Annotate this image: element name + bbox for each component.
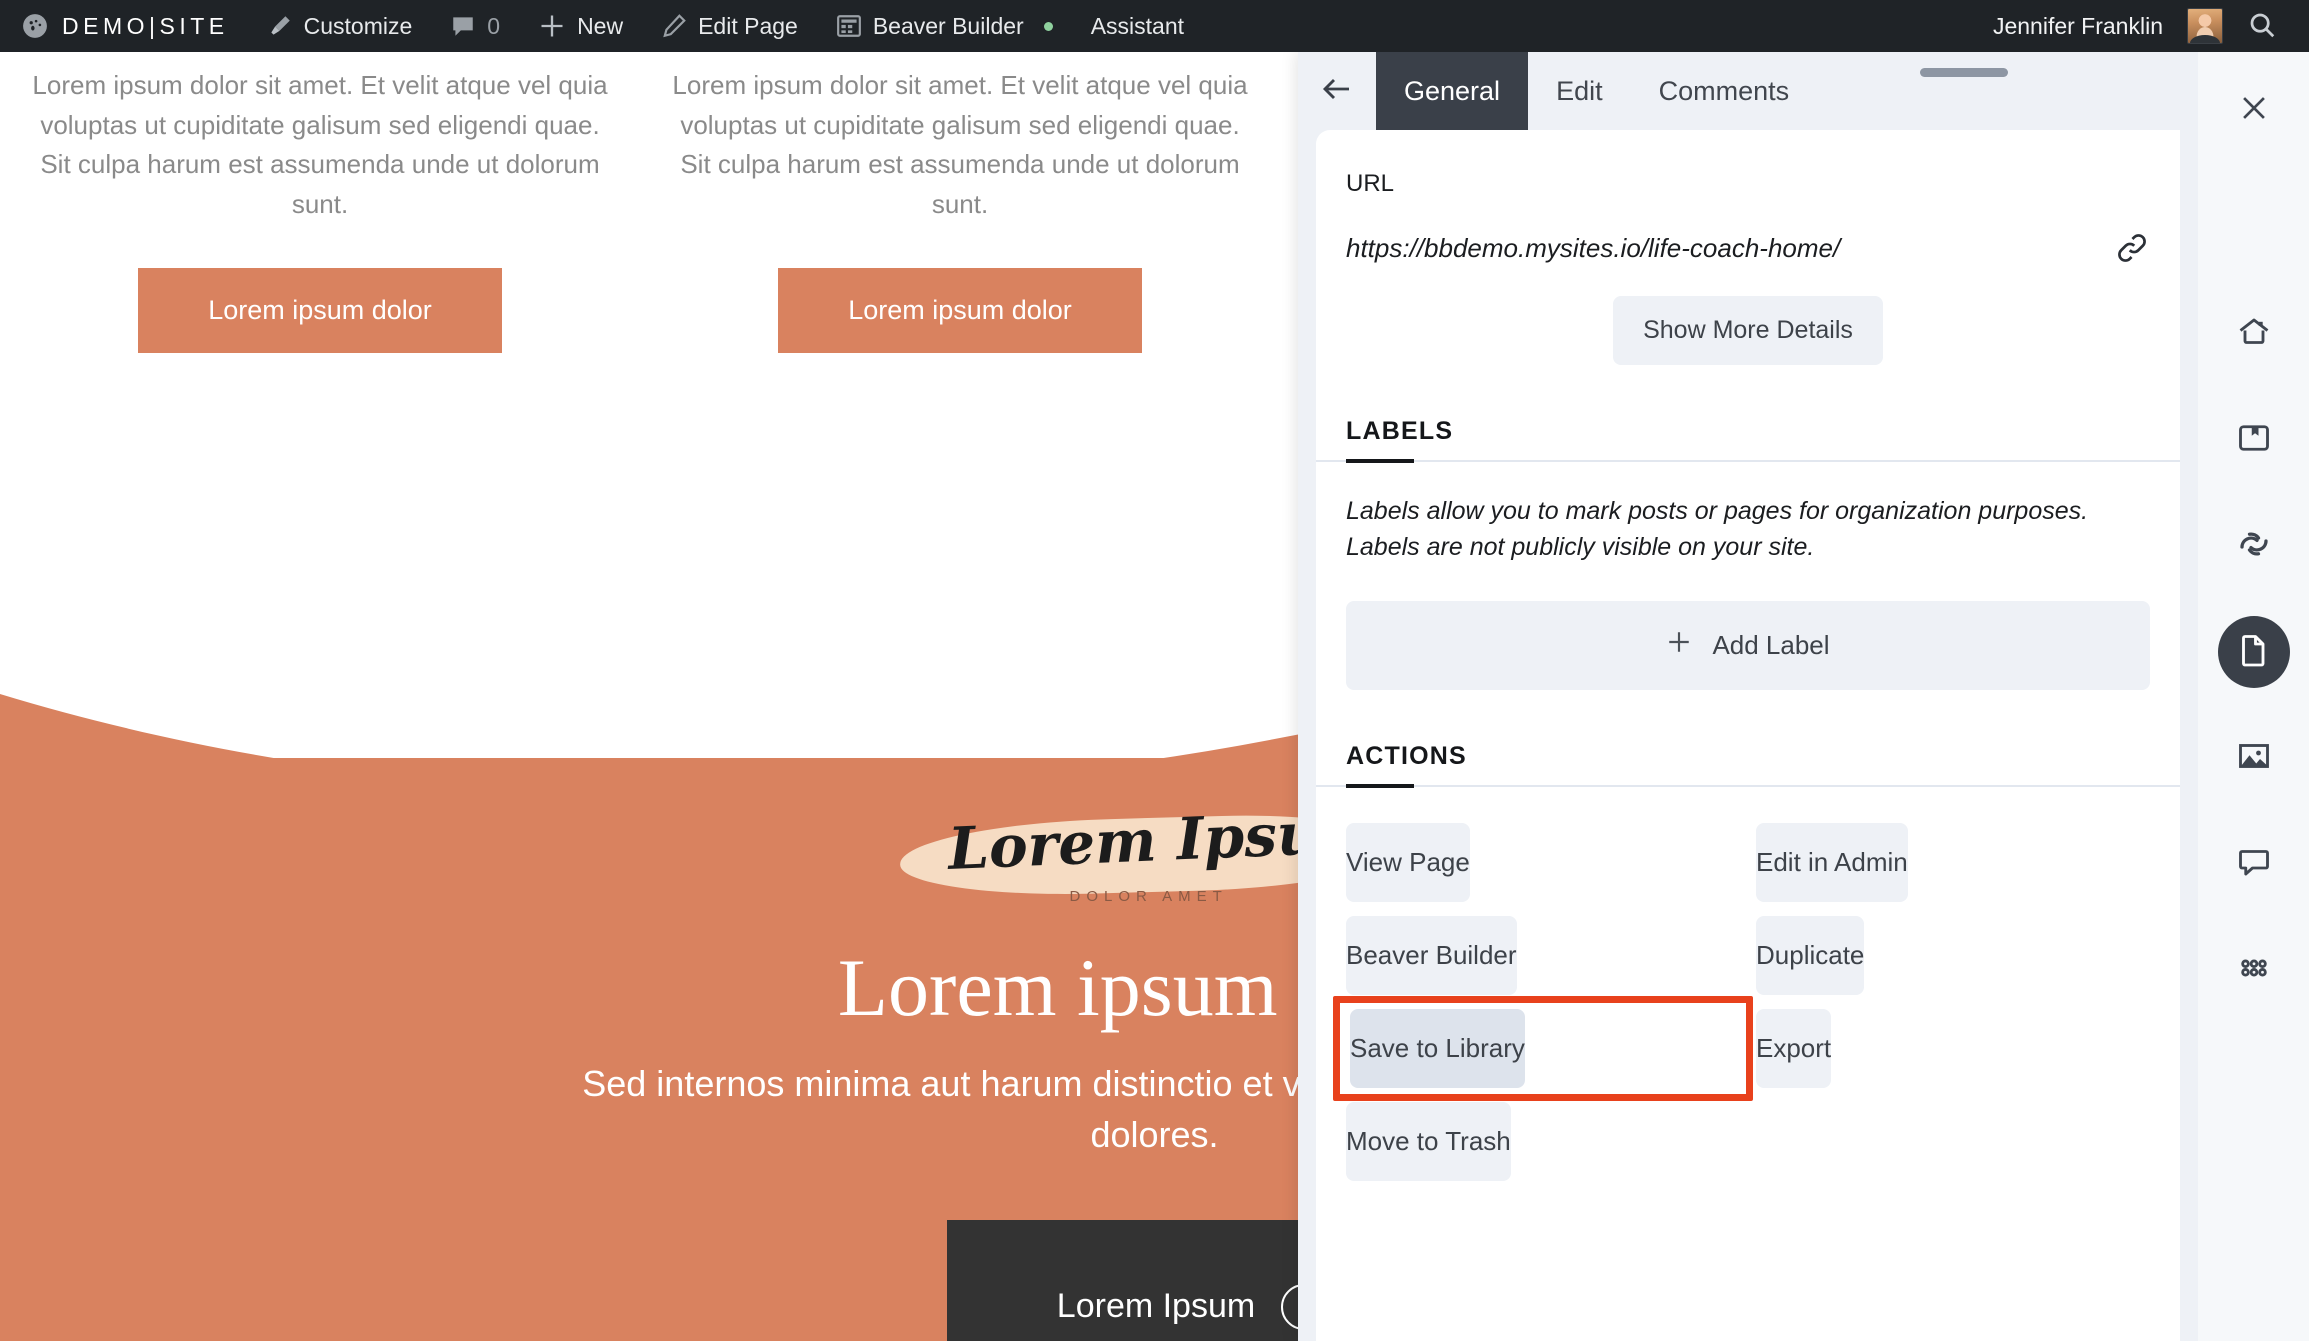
comment-count: 0 <box>487 12 501 39</box>
rail-item-media[interactable] <box>2218 722 2290 794</box>
search-button[interactable] <box>2223 10 2287 43</box>
apps-grid-icon <box>2237 951 2271 990</box>
move-to-trash-button[interactable]: Move to Trash <box>1346 1102 1511 1181</box>
admin-bar-item-new[interactable]: New <box>519 0 642 52</box>
panel-content: URL https://bbdemo.mysites.io/life-coach… <box>1316 170 2180 1181</box>
duplicate-button[interactable]: Duplicate <box>1756 916 1865 995</box>
action-cell-view-page: View Page <box>1346 823 1740 902</box>
labels-section-divider <box>1316 459 2180 463</box>
plus-icon <box>538 12 566 40</box>
admin-bar-item-customize[interactable]: Customize <box>248 0 432 52</box>
library-icon <box>2236 420 2272 461</box>
column-text-2: Lorem ipsum dolor sit amet. Et velit atq… <box>672 70 1248 219</box>
actions-section-header: ACTIONS <box>1346 742 2150 785</box>
brush-icon <box>267 13 293 39</box>
action-cell-export: Export <box>1756 1009 2150 1088</box>
labels-description: Labels allow you to mark posts or pages … <box>1346 497 2089 561</box>
update-available-dot <box>1043 21 1053 31</box>
link-icon[interactable] <box>2098 230 2150 266</box>
rail-item-home[interactable] <box>2218 298 2290 370</box>
action-cell-duplicate: Duplicate <box>1756 916 2150 995</box>
beaver-builder-button[interactable]: Beaver Builder <box>1346 916 1517 995</box>
content-column-2: Lorem ipsum dolor sit amet. Et velit atq… <box>640 66 1280 354</box>
admin-bar-item-assistant[interactable]: Assistant <box>1072 0 1203 52</box>
document-icon <box>2236 632 2272 673</box>
labels-section-title: LABELS <box>1346 417 1454 445</box>
logo-subtitle-text: DOLOR AMET <box>1069 888 1228 905</box>
user-name: Jennifer Franklin <box>1992 12 2163 39</box>
panel-drag-handle[interactable] <box>1920 68 2008 77</box>
add-label-text: Add Label <box>1712 630 1830 660</box>
close-panel-button[interactable] <box>2218 74 2290 146</box>
screen: DEMO|SITE Customize 0 New Edit Page Beav… <box>0 0 2309 1341</box>
labels-section-accent <box>1346 459 1414 463</box>
tab-general[interactable]: General <box>1376 52 1529 130</box>
pencil-icon <box>661 13 687 39</box>
edit-in-admin-button[interactable]: Edit in Admin <box>1756 823 1908 902</box>
action-cell-empty <box>1756 1102 2150 1181</box>
actions-section-divider <box>1316 784 2180 788</box>
rail-item-apps[interactable] <box>2218 934 2290 1006</box>
spiral-icon <box>2236 526 2272 567</box>
site-logo-menu[interactable]: DEMO|SITE <box>0 0 248 52</box>
actions-section-accent <box>1346 784 1414 788</box>
content-column-1: Lorem ipsum dolor sit amet. Et velit atq… <box>0 66 640 354</box>
assistant-panel: General Edit Comments URL https://bbdemo… <box>1298 52 2198 1341</box>
tab-edit[interactable]: Edit <box>1528 52 1631 130</box>
assistant-icon-rail <box>2198 52 2309 1341</box>
rail-item-content[interactable] <box>2217 616 2290 688</box>
admin-bar-label-new: New <box>577 12 624 39</box>
rail-item-beaver-builder[interactable] <box>2218 510 2290 582</box>
action-cell-move-to-trash: Move to Trash <box>1346 1102 1740 1181</box>
admin-bar-label-edit-page: Edit Page <box>698 12 798 39</box>
wordpress-icon <box>22 13 48 39</box>
url-row: https://bbdemo.mysites.io/life-coach-hom… <box>1346 230 2150 266</box>
actions-section-title: ACTIONS <box>1346 742 1467 770</box>
comment-icon <box>450 13 476 39</box>
admin-bar-item-comments[interactable]: 0 <box>431 0 519 52</box>
wp-admin-bar: DEMO|SITE Customize 0 New Edit Page Beav… <box>0 0 2309 52</box>
add-label-button[interactable]: Add Label <box>1346 601 2150 690</box>
plus-icon <box>1666 629 1692 662</box>
image-icon <box>2236 738 2272 779</box>
admin-bar-label-beaver-builder: Beaver Builder <box>872 12 1024 39</box>
site-name: DEMO|SITE <box>62 12 229 39</box>
export-button[interactable]: Export <box>1756 1009 1832 1088</box>
view-page-button[interactable]: View Page <box>1346 823 1470 902</box>
tab-comments[interactable]: Comments <box>1631 52 1818 130</box>
show-more-details-button[interactable]: Show More Details <box>1613 296 1883 365</box>
url-value[interactable]: https://bbdemo.mysites.io/life-coach-hom… <box>1346 233 2098 264</box>
admin-bar-item-edit-page[interactable]: Edit Page <box>642 0 817 52</box>
rail-item-library[interactable] <box>2218 404 2290 476</box>
column-cta-button-2[interactable]: Lorem ipsum dolor <box>778 268 1142 354</box>
url-label: URL <box>1346 170 1395 197</box>
search-icon <box>2247 10 2277 43</box>
builder-icon <box>836 13 862 39</box>
show-more-row: Show More Details <box>1346 296 2150 365</box>
labels-section-header: LABELS <box>1346 417 2150 460</box>
save-to-library-button[interactable]: Save to Library <box>1350 1009 1525 1088</box>
panel-body: URL https://bbdemo.mysites.io/life-coach… <box>1316 130 2180 1341</box>
home-icon <box>2236 314 2272 355</box>
rail-item-comments[interactable] <box>2218 828 2290 900</box>
column-text-1: Lorem ipsum dolor sit amet. Et velit atq… <box>32 70 608 219</box>
user-account-menu[interactable]: Jennifer Franklin <box>1974 0 2223 52</box>
arrow-left-icon <box>1319 71 1355 112</box>
action-cell-beaver-builder: Beaver Builder <box>1346 916 1740 995</box>
actions-grid: View Page Edit in Admin Beaver Builder D… <box>1333 823 2150 1181</box>
admin-bar-item-beaver-builder[interactable]: Beaver Builder <box>817 0 1072 52</box>
admin-bar-right: Jennifer Franklin <box>1974 0 2309 52</box>
avatar <box>2187 8 2223 44</box>
back-button[interactable] <box>1298 52 1376 130</box>
admin-bar-left: DEMO|SITE Customize 0 New Edit Page Beav… <box>0 0 1203 52</box>
column-cta-button-1[interactable]: Lorem ipsum dolor <box>138 268 502 354</box>
comment-icon <box>2236 844 2272 885</box>
admin-bar-label-customize: Customize <box>303 12 413 39</box>
admin-bar-label-assistant: Assistant <box>1090 12 1185 39</box>
action-cell-edit-in-admin: Edit in Admin <box>1756 823 2150 902</box>
close-icon <box>2237 91 2271 130</box>
panel-header: General Edit Comments <box>1298 52 2198 130</box>
action-cell-save-to-library: Save to Library <box>1333 996 1753 1101</box>
hero-cta-label: Lorem Ipsum <box>1056 1287 1256 1325</box>
